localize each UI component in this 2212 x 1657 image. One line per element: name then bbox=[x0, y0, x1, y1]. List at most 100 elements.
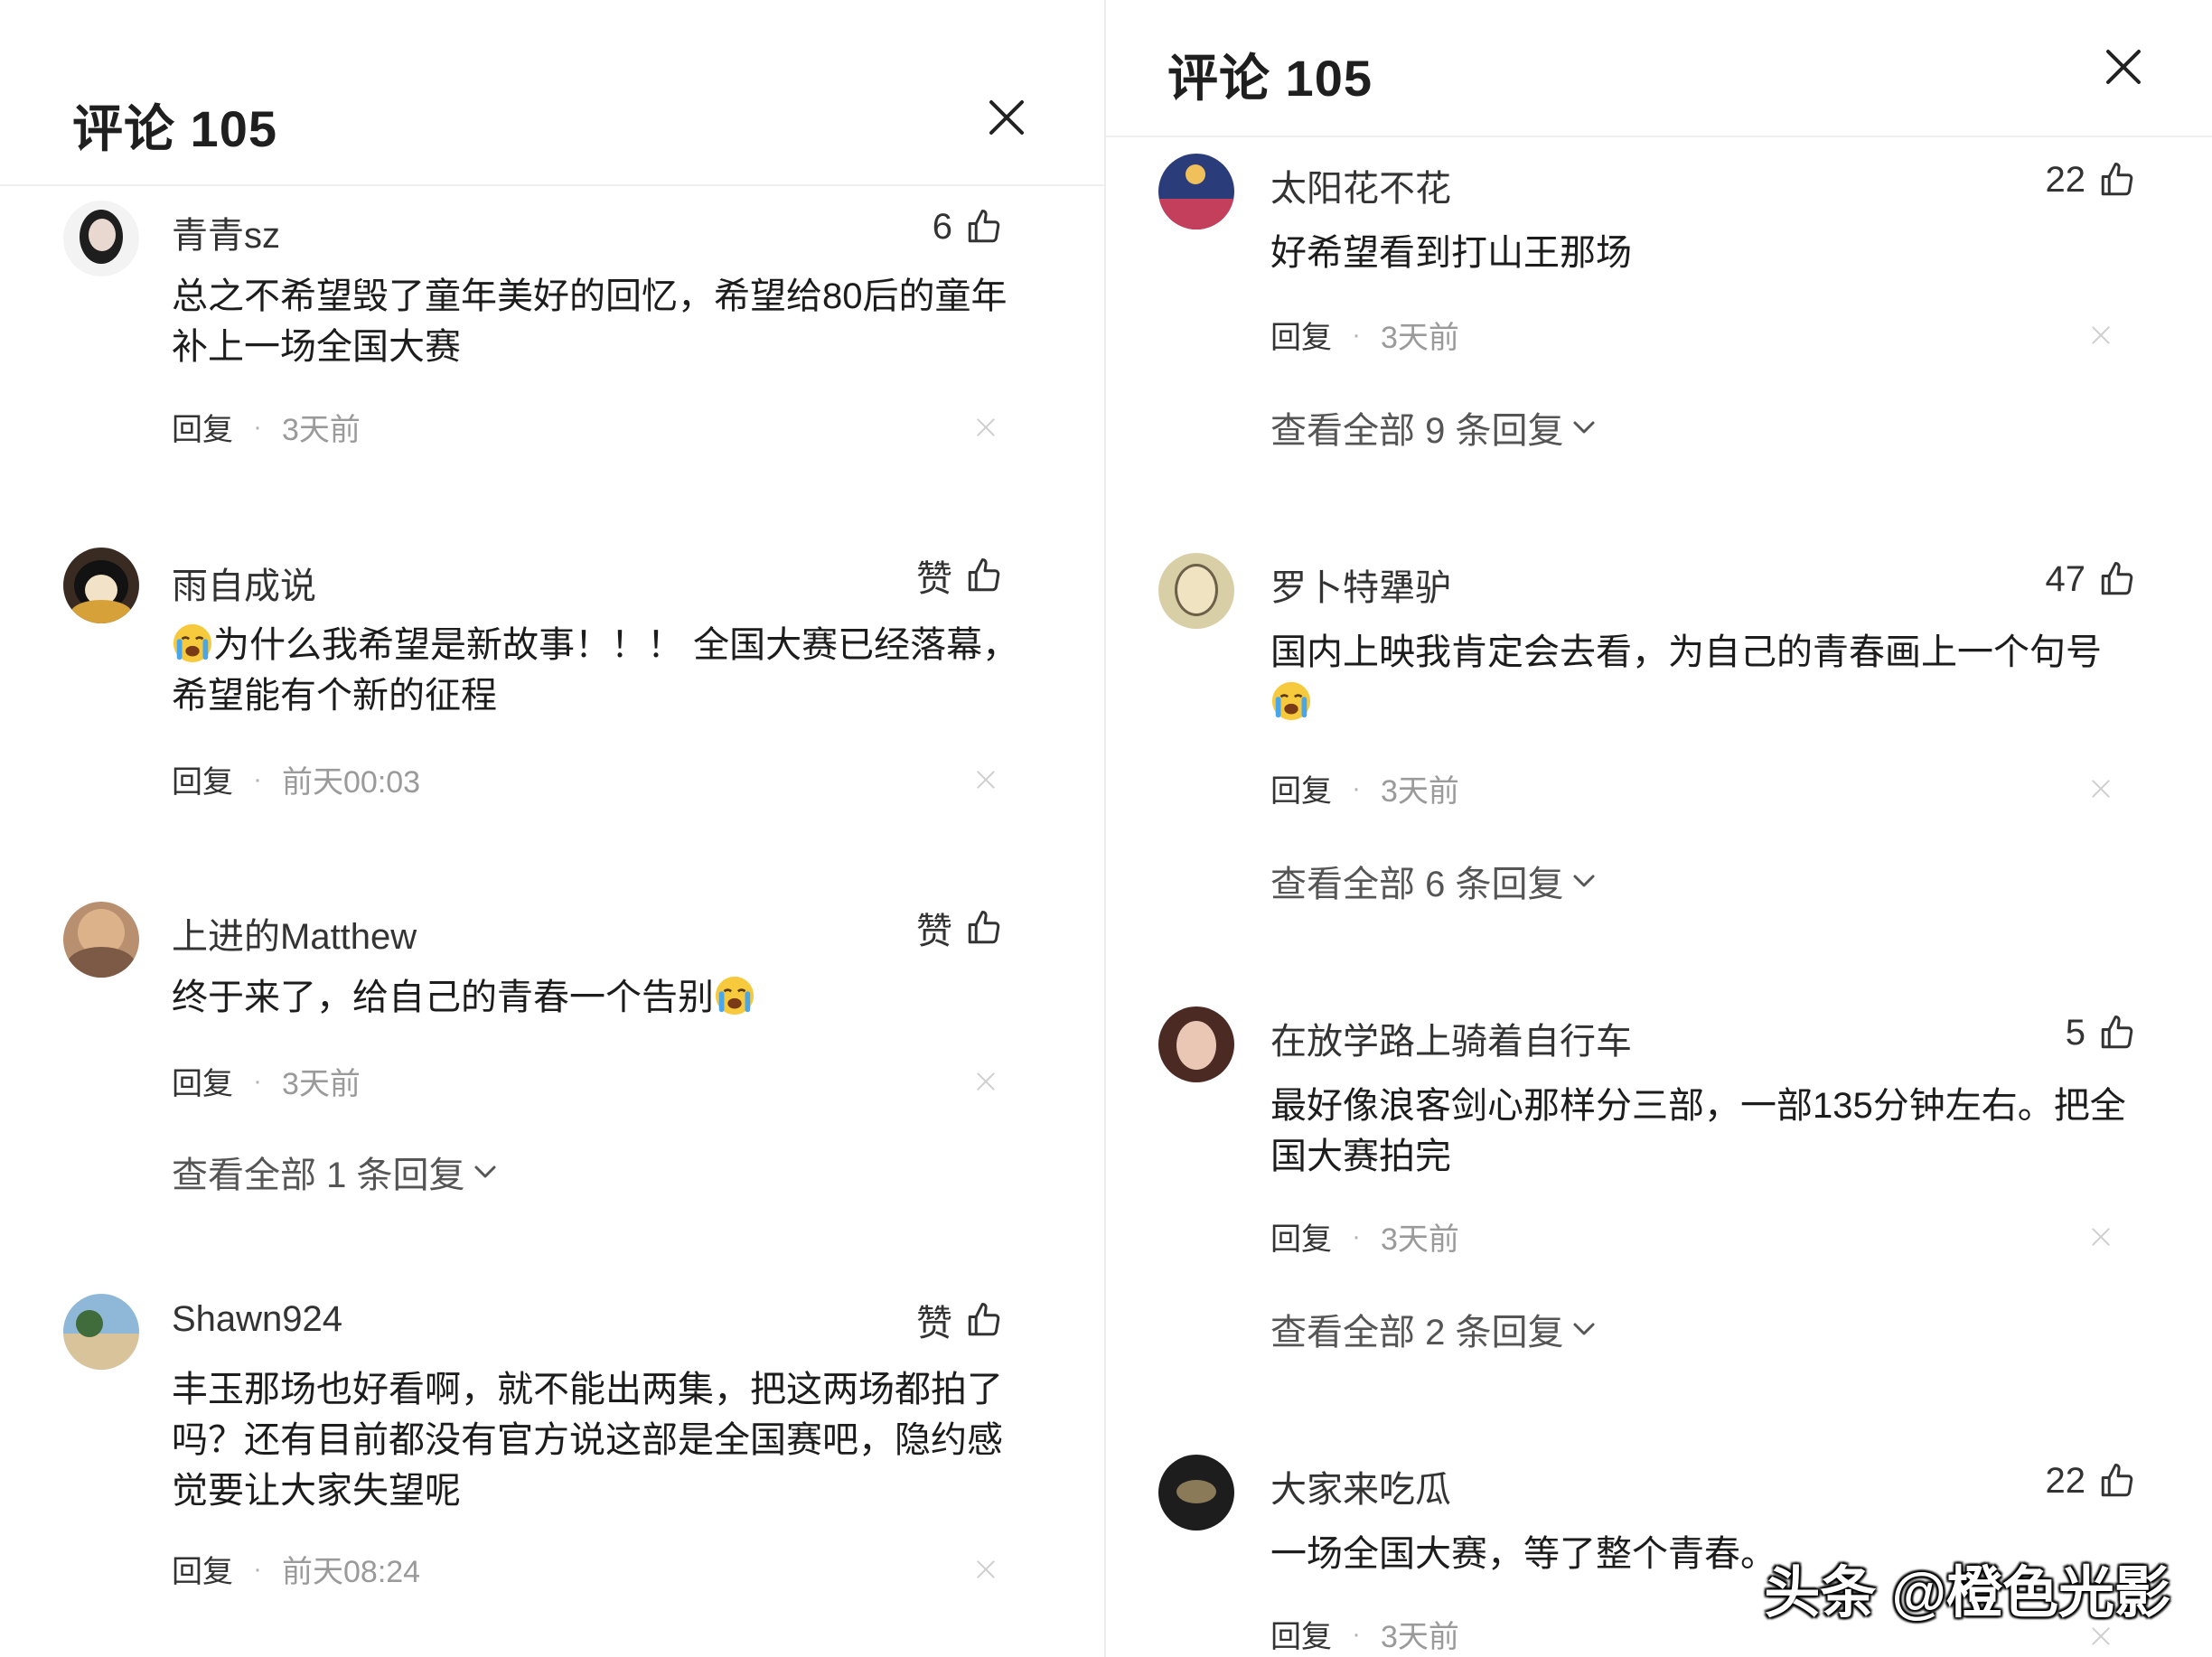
comment-meta: 回复 · 前天00:03 bbox=[172, 757, 420, 801]
reply-button[interactable]: 回复 bbox=[172, 757, 233, 801]
view-replies-button[interactable]: 查看全部 1 条回复 bbox=[172, 1146, 497, 1198]
reply-button[interactable]: 回复 bbox=[172, 1547, 233, 1591]
like-count: 47 bbox=[2045, 558, 2086, 599]
avatar[interactable] bbox=[63, 201, 139, 276]
comment-username[interactable]: 雨自成说 bbox=[172, 557, 316, 609]
avatar[interactable] bbox=[1158, 1455, 1234, 1531]
crying-emoji-icon bbox=[715, 976, 755, 1016]
thumb-up-icon bbox=[968, 1303, 1000, 1336]
comment-time: 前天00:03 bbox=[282, 765, 421, 800]
comment-text: 好希望看到打山王那场 bbox=[1270, 228, 2174, 278]
comment-time: 前天08:24 bbox=[282, 1555, 421, 1589]
like-button[interactable]: 赞 bbox=[886, 551, 1003, 600]
comment-username[interactable]: 罗卜特犟驴 bbox=[1270, 558, 1451, 611]
view-replies-button[interactable]: 查看全部 2 条回复 bbox=[1270, 1303, 1596, 1355]
like-button[interactable]: 6 bbox=[886, 202, 1003, 251]
avatar[interactable] bbox=[63, 902, 139, 978]
dismiss-icon[interactable] bbox=[976, 1072, 996, 1091]
comment-text: 国内上映我肯定会去看，为自己的青春画上一个句号 bbox=[1270, 627, 2174, 728]
comment-time: 3天前 bbox=[1381, 1222, 1459, 1257]
like-button[interactable]: 47 bbox=[2001, 555, 2136, 604]
panel-header: 评论 105 bbox=[1106, 0, 2212, 137]
meta-separator: · bbox=[1352, 772, 1361, 803]
comment-time: 3天前 bbox=[1381, 321, 1459, 355]
crying-emoji-icon bbox=[173, 623, 212, 663]
like-count: 5 bbox=[2065, 1012, 2085, 1053]
like-count: 6 bbox=[932, 206, 952, 247]
comment-panel-left: 评论 105 青青sz 6 总之不希望毁了童年美好的回忆，希望给80后的童年 补… bbox=[0, 0, 1104, 1657]
reply-button[interactable]: 回复 bbox=[1270, 766, 1332, 810]
like-button[interactable]: 22 bbox=[2001, 155, 2136, 204]
meta-separator: · bbox=[1352, 1618, 1361, 1649]
meta-separator: · bbox=[253, 411, 262, 442]
chevron-down-icon bbox=[1573, 1323, 1595, 1335]
dismiss-icon[interactable] bbox=[2091, 1626, 2111, 1646]
comment-username[interactable]: 青青sz bbox=[172, 206, 280, 258]
comment-text-line: 好希望看到打山王那场 bbox=[1270, 233, 1632, 273]
comment-text-line: 最好像浪客剑心那样分三部，一部135分钟左右。把全 bbox=[1270, 1086, 2126, 1126]
comment-text-span: 终于来了，给自己的青春一个告别 bbox=[172, 978, 714, 1017]
avatar[interactable] bbox=[63, 1294, 139, 1370]
reply-button[interactable]: 回复 bbox=[1270, 1214, 1332, 1259]
panel-header: 评论 105 bbox=[0, 0, 1104, 186]
comment-meta: 回复 · 前天08:24 bbox=[172, 1547, 420, 1591]
comment-text-line: 希望能有个新的征程 bbox=[172, 676, 497, 716]
dismiss-icon[interactable] bbox=[976, 1559, 996, 1579]
comment-text-line: 为什么我希望是新故事！！！ 全国大赛已经落幕， bbox=[172, 620, 1039, 670]
like-button[interactable]: 赞 bbox=[886, 1296, 1003, 1344]
comment-meta: 回复 · 3天前 bbox=[1270, 1214, 1459, 1259]
meta-separator: · bbox=[1352, 319, 1361, 350]
view-replies-button[interactable]: 查看全部 9 条回复 bbox=[1270, 401, 1596, 454]
dismiss-icon[interactable] bbox=[2091, 779, 2111, 799]
dismiss-icon[interactable] bbox=[976, 417, 996, 437]
chevron-down-icon bbox=[1573, 421, 1595, 434]
comment-time: 3天前 bbox=[282, 413, 361, 447]
avatar[interactable] bbox=[1158, 154, 1234, 229]
watermark: 头条 @橙色光影 bbox=[1764, 1562, 2170, 1624]
comment-text: 最好像浪客剑心那样分三部，一部135分钟左右。把全 国大赛拍完 bbox=[1270, 1081, 2174, 1182]
reply-button[interactable]: 回复 bbox=[1270, 313, 1332, 357]
comment-meta: 回复 · 3天前 bbox=[172, 405, 361, 449]
comment-username[interactable]: 上进的Matthew bbox=[172, 907, 417, 960]
reply-button[interactable]: 回复 bbox=[172, 1059, 233, 1103]
thumb-up-icon bbox=[968, 558, 1000, 592]
comment-username[interactable]: 太阳花不花 bbox=[1270, 159, 1451, 211]
dismiss-icon[interactable] bbox=[2091, 325, 2111, 345]
comment-username[interactable]: Shawn924 bbox=[172, 1299, 342, 1340]
comment-meta: 回复 · 3天前 bbox=[1270, 766, 1459, 810]
dismiss-icon[interactable] bbox=[2091, 1227, 2111, 1247]
dismiss-icon[interactable] bbox=[976, 770, 996, 790]
thumb-up-icon bbox=[2101, 163, 2133, 196]
comment-text-span: 为什么我希望是新故事！！！ 全国大赛已经落幕， bbox=[213, 625, 1019, 665]
avatar[interactable] bbox=[1158, 1006, 1234, 1082]
like-button[interactable]: 5 bbox=[2001, 1008, 2136, 1057]
like-button[interactable]: 22 bbox=[2001, 1456, 2136, 1505]
panel-title: 评论 105 bbox=[1167, 50, 1373, 107]
like-count: 22 bbox=[2045, 159, 2086, 200]
comment-panel-right: 评论 105 太阳花不花 22 好希望看到打山王那场 回复 · 3天前 查看全部… bbox=[1106, 0, 2212, 1657]
meta-separator: · bbox=[253, 1065, 262, 1096]
comment-time: 3天前 bbox=[1381, 774, 1459, 809]
thumb-up-icon bbox=[2101, 1464, 2133, 1497]
close-icon[interactable] bbox=[987, 98, 1026, 137]
panel-title: 评论 105 bbox=[72, 100, 277, 157]
thumb-up-icon bbox=[968, 911, 1000, 944]
view-replies-label: 查看全部 1 条回复 bbox=[172, 1156, 465, 1195]
like-count: 22 bbox=[2045, 1460, 2086, 1501]
view-replies-button[interactable]: 查看全部 6 条回复 bbox=[1270, 855, 1596, 907]
comment-text-line bbox=[1270, 678, 2174, 728]
thumb-up-icon bbox=[2101, 562, 2133, 595]
comment-username[interactable]: 大家来吃瓜 bbox=[1270, 1460, 1451, 1512]
avatar[interactable] bbox=[63, 548, 139, 623]
meta-separator: · bbox=[253, 1553, 262, 1584]
chevron-down-icon bbox=[1573, 875, 1595, 887]
meta-separator: · bbox=[1352, 1221, 1361, 1251]
close-icon[interactable] bbox=[2104, 47, 2143, 87]
thumb-up-icon bbox=[2101, 1016, 2133, 1049]
comment-meta: 回复 · 3天前 bbox=[1270, 313, 1459, 357]
like-button[interactable]: 赞 bbox=[886, 903, 1003, 952]
avatar[interactable] bbox=[1158, 553, 1234, 629]
comment-username[interactable]: 在放学路上骑着自行车 bbox=[1270, 1012, 1632, 1064]
reply-button[interactable]: 回复 bbox=[172, 405, 233, 449]
reply-button[interactable]: 回复 bbox=[1270, 1612, 1332, 1656]
